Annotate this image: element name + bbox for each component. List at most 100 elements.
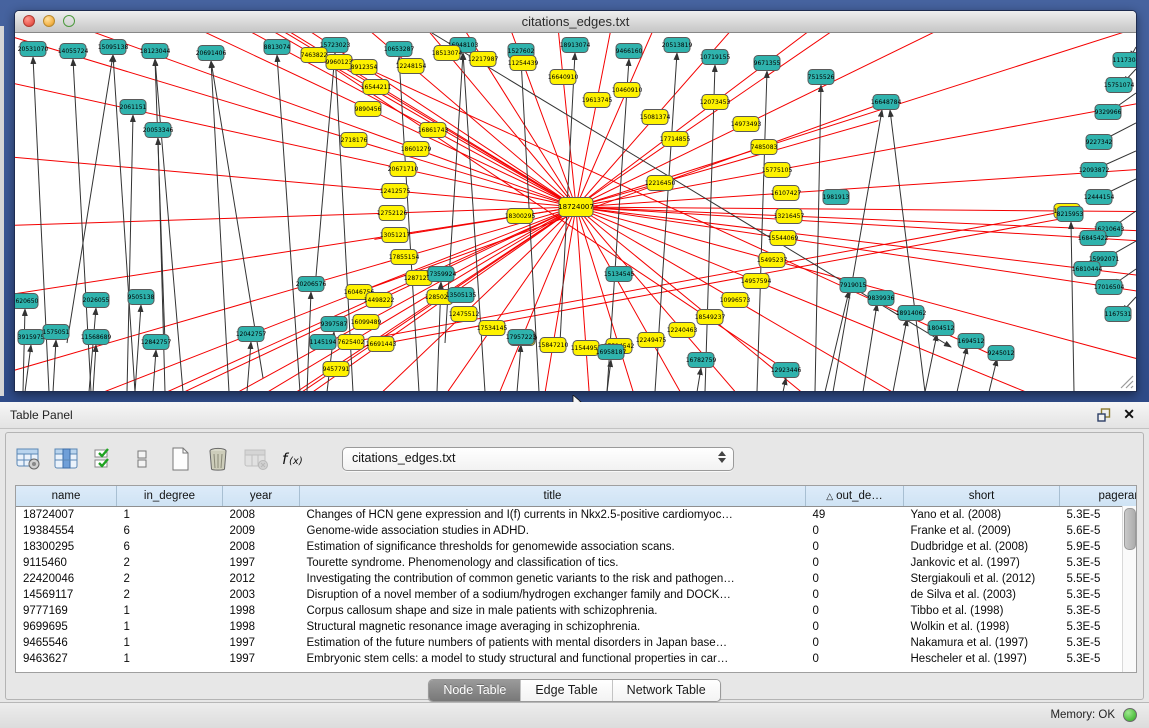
network-node[interactable]: 10719155 xyxy=(700,50,731,65)
network-node[interactable]: 10653287 xyxy=(384,42,415,57)
table-cell[interactable]: 0 xyxy=(806,571,904,587)
table-cell[interactable]: 49 xyxy=(806,507,904,524)
table-cell[interactable]: 1997 xyxy=(223,555,300,571)
table-cell[interactable]: 1998 xyxy=(223,619,300,635)
table-cell[interactable]: 6 xyxy=(117,523,223,539)
network-node[interactable]: 12444154 xyxy=(1084,190,1115,205)
network-node[interactable]: 12248154 xyxy=(396,59,427,74)
network-node[interactable]: 17855154 xyxy=(389,250,420,265)
network-node[interactable]: 16861743 xyxy=(418,123,449,138)
table-cell[interactable]: 1 xyxy=(117,635,223,651)
network-node[interactable]: 1804512 xyxy=(928,321,955,336)
tab-edge-table[interactable]: Edge Table xyxy=(521,680,612,701)
network-node[interactable]: 18123044 xyxy=(140,44,171,59)
network-node[interactable]: 18549237 xyxy=(695,310,726,325)
network-node[interactable]: 1145194 xyxy=(310,335,337,350)
table-panel-header[interactable]: Table Panel ✕ xyxy=(0,402,1149,429)
column-header-pagerank[interactable]: pagerank xyxy=(1060,486,1138,507)
network-node[interactable]: 8912354 xyxy=(351,60,378,75)
table-cell[interactable]: 0 xyxy=(806,603,904,619)
table-cell[interactable]: 0 xyxy=(806,635,904,651)
network-node[interactable]: 12217987 xyxy=(468,52,499,67)
table-cell[interactable]: 1 xyxy=(117,619,223,635)
network-node[interactable]: 14055724 xyxy=(58,44,89,59)
table-cell[interactable]: de Silva et al. (2003) xyxy=(904,587,1060,603)
table-row[interactable]: 969969511998Structural magnetic resonanc… xyxy=(16,619,1137,635)
network-node[interactable]: 9671355 xyxy=(754,56,781,71)
network-node[interactable]: 18513074 xyxy=(432,46,463,61)
table-cell[interactable]: 1 xyxy=(117,507,223,524)
network-node[interactable]: 18300295 xyxy=(505,209,536,224)
network-node[interactable]: 16640910 xyxy=(548,70,579,85)
network-node[interactable]: 9457791 xyxy=(323,362,350,377)
table-cell[interactable]: 2 xyxy=(117,555,223,571)
table-cell[interactable]: 18300295 xyxy=(16,539,117,555)
network-node[interactable]: 17714855 xyxy=(660,132,691,147)
network-node[interactable]: 15751074 xyxy=(1104,78,1135,93)
network-node[interactable]: 2026055 xyxy=(83,293,110,308)
table-cell[interactable]: 0 xyxy=(806,539,904,555)
network-node[interactable]: 14973493 xyxy=(731,117,762,132)
network-node[interactable]: 1694512 xyxy=(958,334,985,349)
network-node[interactable]: 3915975 xyxy=(18,330,45,345)
table-row[interactable]: 2242004622012Investigating the contribut… xyxy=(16,571,1137,587)
table-cell[interactable]: Embryonic stem cells: a model to study s… xyxy=(300,651,806,667)
table-cell[interactable]: 2009 xyxy=(223,523,300,539)
table-row[interactable]: 1872400712008Changes of HCN gene express… xyxy=(16,507,1137,524)
table-cell[interactable]: 0 xyxy=(806,651,904,667)
table-cell[interactable]: Wolkin et al. (1998) xyxy=(904,619,1060,635)
network-node[interactable]: 7515526 xyxy=(808,70,835,85)
table-cell[interactable]: Hescheler et al. (1997) xyxy=(904,651,1060,667)
network-node[interactable]: 12249475 xyxy=(636,333,667,348)
network-node[interactable]: 9227342 xyxy=(1086,135,1113,150)
table-cell[interactable]: Genome-wide association studies in ADHD. xyxy=(300,523,806,539)
network-node[interactable]: 9960123 xyxy=(326,55,353,70)
table-cell[interactable]: Estimation of the future numbers of pati… xyxy=(300,635,806,651)
table-cell[interactable]: Tourette syndrome. Phenomenology and cla… xyxy=(300,555,806,571)
table-cell[interactable]: 9777169 xyxy=(16,603,117,619)
network-node[interactable]: 12412575 xyxy=(380,184,411,199)
show-column-icon[interactable] xyxy=(52,445,80,473)
network-node[interactable]: 15775105 xyxy=(762,163,793,178)
table-cell[interactable]: 9465546 xyxy=(16,635,117,651)
network-node[interactable]: 16099489 xyxy=(351,315,382,330)
table-cell[interactable]: 2012 xyxy=(223,571,300,587)
network-node[interactable]: 9890456 xyxy=(355,102,382,117)
network-node[interactable]: 16691443 xyxy=(366,337,397,352)
table-cell[interactable]: 14569117 xyxy=(16,587,117,603)
network-node[interactable]: 16958187 xyxy=(596,345,627,360)
column-header-in_degree[interactable]: in_degree xyxy=(117,486,223,507)
table-cell[interactable]: 0 xyxy=(806,555,904,571)
network-node[interactable]: 15081374 xyxy=(640,110,671,125)
column-header-title[interactable]: title xyxy=(300,486,806,507)
network-node[interactable]: 20053346 xyxy=(143,123,174,138)
network-node[interactable]: 20513819 xyxy=(662,38,693,53)
network-node[interactable]: 9329966 xyxy=(1095,105,1122,120)
table-cell[interactable]: 9463627 xyxy=(16,651,117,667)
network-node[interactable]: 20206576 xyxy=(296,277,327,292)
network-node[interactable]: 1575051 xyxy=(43,325,70,340)
network-node[interactable]: 10460910 xyxy=(612,83,643,98)
new-table-icon[interactable] xyxy=(166,445,194,473)
node-table-grid[interactable]: namein_degreeyeartitle△out_de…shortpager… xyxy=(16,486,1137,667)
delete-table-icon[interactable] xyxy=(204,445,232,473)
table-row[interactable]: 1830029562008Estimation of significance … xyxy=(16,539,1137,555)
network-node[interactable]: 16782759 xyxy=(686,353,717,368)
network-node[interactable]: 16544211 xyxy=(361,80,392,95)
column-header-out_de[interactable]: △out_de… xyxy=(806,486,904,507)
table-cell[interactable]: 19384554 xyxy=(16,523,117,539)
network-node[interactable]: 16845422 xyxy=(1078,231,1109,246)
table-tabs[interactable]: Node TableEdge TableNetwork Table xyxy=(428,679,720,702)
network-node[interactable]: 1167531 xyxy=(1105,307,1132,322)
network-node[interactable]: 9245012 xyxy=(988,346,1015,361)
table-cell[interactable]: Structural magnetic resonance image aver… xyxy=(300,619,806,635)
network-node[interactable]: 20531070 xyxy=(18,42,49,57)
table-cell[interactable]: 2008 xyxy=(223,539,300,555)
table-cell[interactable]: 1997 xyxy=(223,635,300,651)
network-node[interactable]: 12073453 xyxy=(700,95,731,110)
table-row[interactable]: 946554611997Estimation of the future num… xyxy=(16,635,1137,651)
table-cell[interactable]: 9115460 xyxy=(16,555,117,571)
table-row[interactable]: 946362711997Embryonic stem cells: a mode… xyxy=(16,651,1137,667)
table-cell[interactable]: 2 xyxy=(117,587,223,603)
table-cell[interactable]: 1997 xyxy=(223,651,300,667)
